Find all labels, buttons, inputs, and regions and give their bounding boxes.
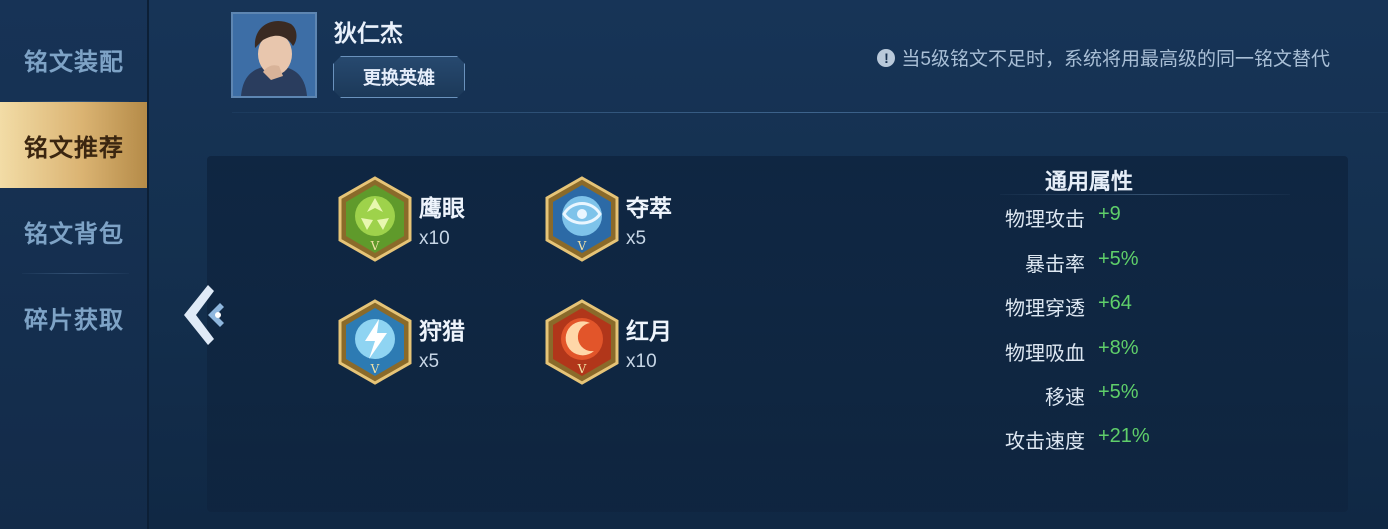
rune-item[interactable]: V 鹰眼 x10 (337, 176, 465, 262)
stat-label: 移速 (1045, 387, 1085, 409)
notice: ! 当5级铭文不足时，系统将用最高级的同一铭文替代 (877, 44, 1330, 71)
stat-value: +9 (1098, 203, 1121, 225)
rune-item[interactable]: V 红月 x10 (544, 299, 672, 385)
stat-label: 物理穿透 (1005, 298, 1085, 320)
stats-title: 通用属性 (1045, 169, 1134, 194)
stat-row: 暴击率 +5% (900, 248, 1200, 278)
info-icon: ! (877, 48, 896, 67)
back-arrow-icon[interactable] (178, 283, 228, 347)
header-divider (232, 112, 1388, 113)
change-hero-button[interactable]: 更换英雄 (333, 56, 465, 98)
rune-name: 狩猎 (419, 318, 465, 344)
rune-count: x5 (626, 228, 647, 249)
notice-text: 当5级铭文不足时，系统将用最高级的同一铭文替代 (901, 49, 1330, 70)
stat-value: +64 (1098, 292, 1132, 314)
stat-row: 攻击速度 +21% (900, 425, 1200, 455)
stats-divider (1000, 194, 1290, 195)
rune-green-icon: V (338, 176, 412, 262)
sidebar-item-rune-bag[interactable]: 铭文背包 (0, 188, 147, 274)
sidebar-item-label: 铭文背包 (24, 220, 124, 248)
sidebar-item-rune-recommend[interactable]: 铭文推荐 (0, 102, 147, 188)
rune-count: x5 (419, 351, 440, 372)
sidebar-item-rune-equip[interactable]: 铭文装配 (0, 16, 147, 102)
sidebar-item-label: 铭文装配 (24, 48, 124, 76)
svg-text:V: V (370, 239, 380, 253)
sidebar-item-fragment-obtain[interactable]: 碎片获取 (0, 274, 147, 360)
stat-value: +8% (1098, 337, 1139, 359)
rune-red-icon: V (545, 299, 619, 385)
rune-name: 鹰眼 (419, 195, 465, 221)
stat-value: +5% (1098, 248, 1139, 270)
stat-row: 物理穿透 +64 (900, 292, 1200, 322)
stat-label: 物理吸血 (1005, 343, 1085, 365)
stat-row: 物理攻击 +9 (900, 203, 1200, 233)
stat-row: 物理吸血 +8% (900, 337, 1200, 367)
rune-blue-lightning-icon: V (338, 299, 412, 385)
hero-name: 狄仁杰 (334, 20, 403, 46)
rune-item[interactable]: V 夺萃 x5 (544, 176, 672, 262)
rune-item[interactable]: V 狩猎 x5 (337, 299, 465, 385)
stat-label: 物理攻击 (1005, 209, 1085, 231)
svg-text:V: V (577, 239, 587, 253)
sidebar-item-label: 铭文推荐 (24, 134, 124, 162)
hero-avatar (231, 12, 317, 98)
rune-name: 夺萃 (626, 195, 672, 221)
rune-name: 红月 (626, 318, 672, 344)
rune-count: x10 (626, 351, 657, 372)
sidebar-item-label: 碎片获取 (24, 306, 124, 334)
svg-text:V: V (577, 362, 587, 376)
rune-count: x10 (419, 228, 450, 249)
stat-label: 攻击速度 (1005, 431, 1085, 453)
stat-value: +5% (1098, 381, 1139, 403)
stat-label: 暴击率 (1025, 254, 1085, 276)
svg-text:V: V (370, 362, 380, 376)
stat-value: +21% (1098, 425, 1150, 447)
stat-row: 移速 +5% (900, 381, 1200, 411)
rune-blue-icon: V (545, 176, 619, 262)
sidebar: 铭文装配 铭文推荐 铭文背包 碎片获取 (0, 0, 149, 529)
